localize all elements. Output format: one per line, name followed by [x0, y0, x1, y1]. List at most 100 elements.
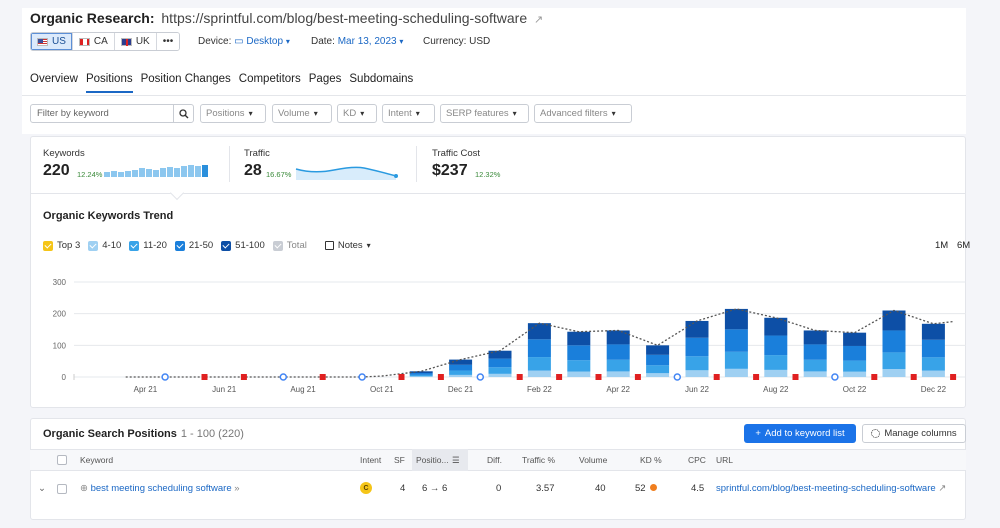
chart-bar-segment: [567, 360, 591, 372]
keywords-label: Keywords: [43, 148, 85, 159]
advanced-filters-button[interactable]: Advanced filters ▾: [534, 104, 632, 123]
positions-filter[interactable]: Positions ▾: [200, 104, 266, 123]
checkbox-icon: [129, 240, 140, 251]
tab-pages[interactable]: Pages: [309, 73, 342, 93]
summary-divider: [229, 146, 230, 182]
sf-value[interactable]: 4: [400, 483, 405, 494]
header-kd[interactable]: KD %: [640, 455, 662, 465]
tab-overview[interactable]: Overview: [30, 73, 78, 93]
chart-bar-segment: [685, 320, 709, 338]
note-flag-icon: [240, 374, 247, 380]
select-all-checkbox[interactable]: [57, 455, 67, 465]
device-selector[interactable]: Device: ▭ Desktop ▾: [198, 36, 290, 47]
keywords-value[interactable]: 220: [43, 162, 70, 180]
url-link[interactable]: sprintful.com/blog/best-meeting-scheduli…: [716, 483, 936, 494]
serp-features-filter[interactable]: SERP features ▾: [440, 104, 529, 123]
legend-total[interactable]: Total: [272, 240, 307, 251]
chevron-down-icon: ▾: [366, 241, 371, 250]
chart-bar-segment: [803, 359, 827, 372]
legend-21-50[interactable]: 21-50: [174, 240, 213, 251]
tab-subdomains[interactable]: Subdomains: [349, 73, 413, 93]
chart-bar-segment: [724, 329, 748, 352]
more-databases-button[interactable]: •••: [156, 33, 180, 50]
more-icon: •••: [162, 36, 174, 47]
keywords-spark-bar: [160, 168, 166, 177]
legend-11-20[interactable]: 11-20: [129, 240, 167, 251]
date-selector[interactable]: Date: Mar 13, 2023 ▾: [311, 36, 403, 47]
db-uk-button[interactable]: UK: [114, 33, 157, 50]
external-link-icon[interactable]: ↗: [938, 483, 946, 494]
header-diff[interactable]: Diff.: [487, 455, 502, 465]
chart-bar-segment: [488, 358, 512, 368]
tab-positions[interactable]: Positions: [85, 73, 133, 93]
chart-bar-segment: [646, 354, 670, 366]
search-icon[interactable]: [173, 105, 193, 122]
keyword-filter-input[interactable]: Filter by keyword: [30, 104, 194, 123]
row-checkbox[interactable]: [57, 484, 67, 494]
chart-bar-segment: [685, 370, 709, 377]
tab-position-changes[interactable]: Position Changes: [141, 73, 231, 93]
keywords-spark-bar: [111, 171, 117, 177]
header-cpc[interactable]: CPC: [688, 455, 706, 465]
plus-circle-icon[interactable]: ⊕: [80, 483, 88, 494]
header-volume[interactable]: Volume: [579, 455, 607, 465]
range-1m-button[interactable]: 1M: [935, 240, 948, 251]
x-tick-label: Dec 21: [448, 385, 474, 394]
header-keyword[interactable]: Keyword: [80, 455, 113, 465]
note-flag-icon: [910, 374, 917, 380]
notes-dropdown[interactable]: Notes ▾: [324, 240, 371, 251]
volume-value: 40: [595, 483, 606, 494]
traffic-cost-pct: 12.32%: [475, 170, 501, 179]
notes-label: Notes: [337, 240, 363, 251]
filter-label: Advanced filters: [540, 108, 608, 119]
add-to-keyword-list-button[interactable]: + Add to keyword list: [744, 424, 856, 443]
header-url[interactable]: URL: [716, 455, 733, 465]
kd-number: 52: [635, 483, 646, 494]
db-ca-button[interactable]: CA: [72, 33, 115, 50]
db-us-button[interactable]: US: [31, 33, 73, 50]
volume-filter[interactable]: Volume ▾: [272, 104, 332, 123]
tab-competitors[interactable]: Competitors: [239, 73, 301, 93]
note-flag-icon: [398, 374, 405, 380]
filter-label: SERP features: [446, 108, 509, 119]
keywords-spark-bar: [202, 165, 208, 177]
traffic-cost-value[interactable]: $237: [432, 162, 468, 180]
chart-bar-segment: [921, 339, 945, 358]
header-intent[interactable]: Intent: [360, 455, 381, 465]
sort-icon[interactable]: ☰: [452, 455, 460, 466]
expand-row-icon[interactable]: ⌄: [38, 483, 46, 494]
header-traffic-pct[interactable]: Traffic %: [522, 455, 555, 465]
google-update-icon: [673, 373, 682, 381]
legend-top3[interactable]: Top 3: [43, 240, 80, 251]
google-update-icon: [161, 373, 169, 381]
note-flag-icon: [595, 374, 602, 380]
chart-bar-segment: [646, 345, 670, 355]
db-uk-label: UK: [135, 36, 150, 47]
external-link-icon[interactable]: ↗: [534, 14, 543, 26]
legend-51-100[interactable]: 51-100: [221, 240, 265, 251]
checkbox-icon: [43, 240, 53, 251]
title-url[interactable]: https://sprintful.com/blog/best-meeting-…: [161, 10, 527, 26]
legend-4-10[interactable]: 4-10: [88, 240, 121, 251]
header-sf[interactable]: SF: [394, 455, 405, 465]
keyword-link[interactable]: best meeting scheduling software: [91, 483, 232, 494]
chart-bar-segment: [409, 376, 433, 377]
kd-filter[interactable]: KD ▾: [337, 104, 377, 123]
checkbox-icon: [272, 240, 283, 251]
google-update-icon: [831, 373, 839, 381]
traffic-label: Traffic: [244, 148, 270, 159]
intent-filter[interactable]: Intent ▾: [382, 104, 435, 123]
y-tick-label: 0: [62, 373, 67, 382]
filter-label: KD: [343, 108, 357, 119]
chart-bar-segment: [724, 308, 748, 330]
header-position[interactable]: Positio...: [416, 455, 449, 465]
double-chevron-icon[interactable]: »: [234, 483, 239, 494]
chart-bar-segment: [527, 370, 551, 377]
currency-label: Currency: USD: [423, 36, 491, 47]
range-6m-button[interactable]: 6M: [957, 240, 970, 251]
chart-bar-segment: [685, 356, 709, 371]
chart-bar-segment: [606, 344, 630, 360]
traffic-value[interactable]: 28: [244, 162, 262, 180]
manage-columns-button[interactable]: Manage columns: [862, 424, 966, 443]
note-flag-icon: [516, 374, 523, 380]
